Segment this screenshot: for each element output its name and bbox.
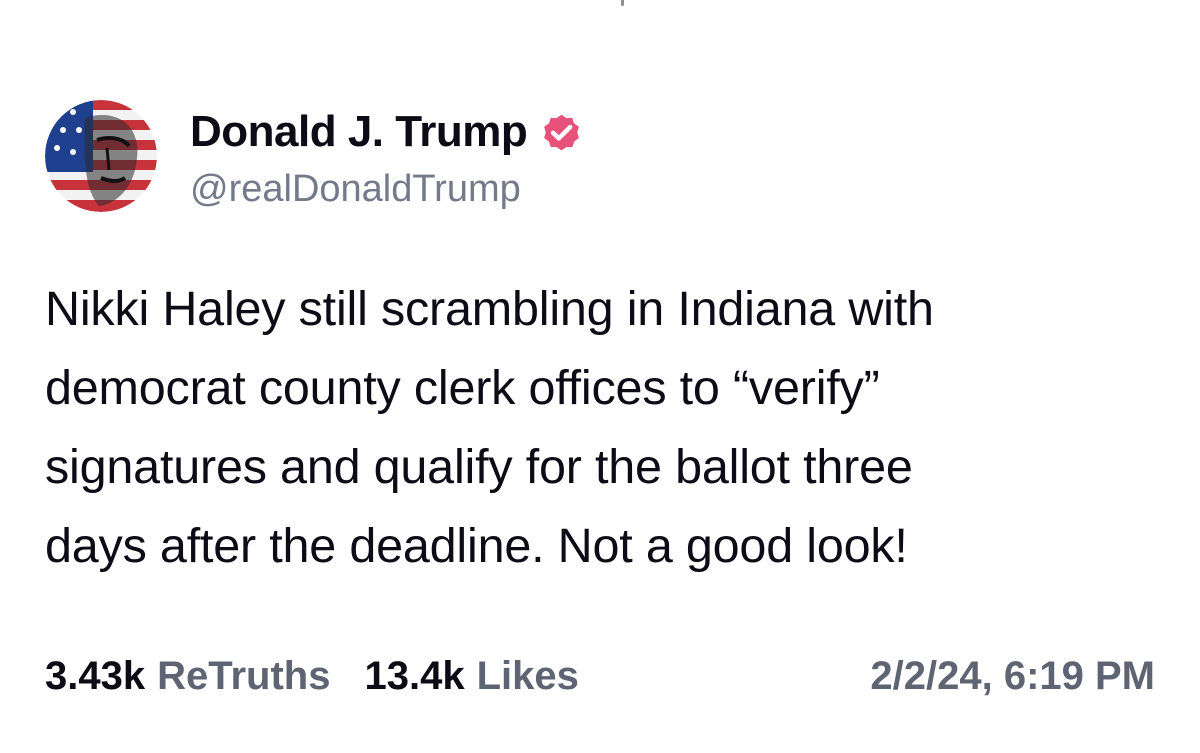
likes-count: 13.4k bbox=[364, 653, 465, 698]
author-identity: Donald J. Trump @realDonaldTrump bbox=[190, 104, 584, 214]
post-header: Donald J. Trump @realDonaldTrump bbox=[45, 100, 584, 214]
name-row: Donald J. Trump bbox=[190, 104, 584, 160]
scroll-indicator bbox=[621, 0, 624, 6]
post-body: Nikki Haley still scrambling in Indiana … bbox=[45, 270, 1165, 586]
post-line: Nikki Haley still scrambling in Indiana … bbox=[45, 282, 934, 336]
avatar[interactable] bbox=[45, 100, 157, 212]
retruths-count: 3.43k bbox=[45, 653, 146, 698]
author-handle[interactable]: @realDonaldTrump bbox=[190, 164, 584, 214]
post-line: signatures and qualify for the ballot th… bbox=[45, 440, 913, 494]
likes-stat[interactable]: 13.4k Likes bbox=[364, 654, 578, 699]
verified-badge-icon bbox=[539, 110, 584, 155]
author-display-name[interactable]: Donald J. Trump bbox=[190, 104, 528, 160]
post-line: democrat county clerk offices to “verify… bbox=[45, 361, 880, 415]
retruths-stat[interactable]: 3.43k ReTruths bbox=[45, 654, 330, 699]
retruths-label: ReTruths bbox=[157, 653, 331, 698]
post-timestamp: 2/2/24, 6:19 PM bbox=[870, 653, 1155, 698]
likes-label: Likes bbox=[476, 653, 579, 698]
post-stats: 3.43k ReTruths 13.4k Likes 2/2/24, 6:19 … bbox=[45, 648, 1155, 704]
post-line: days after the deadline. Not a good look… bbox=[45, 519, 908, 573]
profile-portrait-icon bbox=[45, 100, 157, 212]
